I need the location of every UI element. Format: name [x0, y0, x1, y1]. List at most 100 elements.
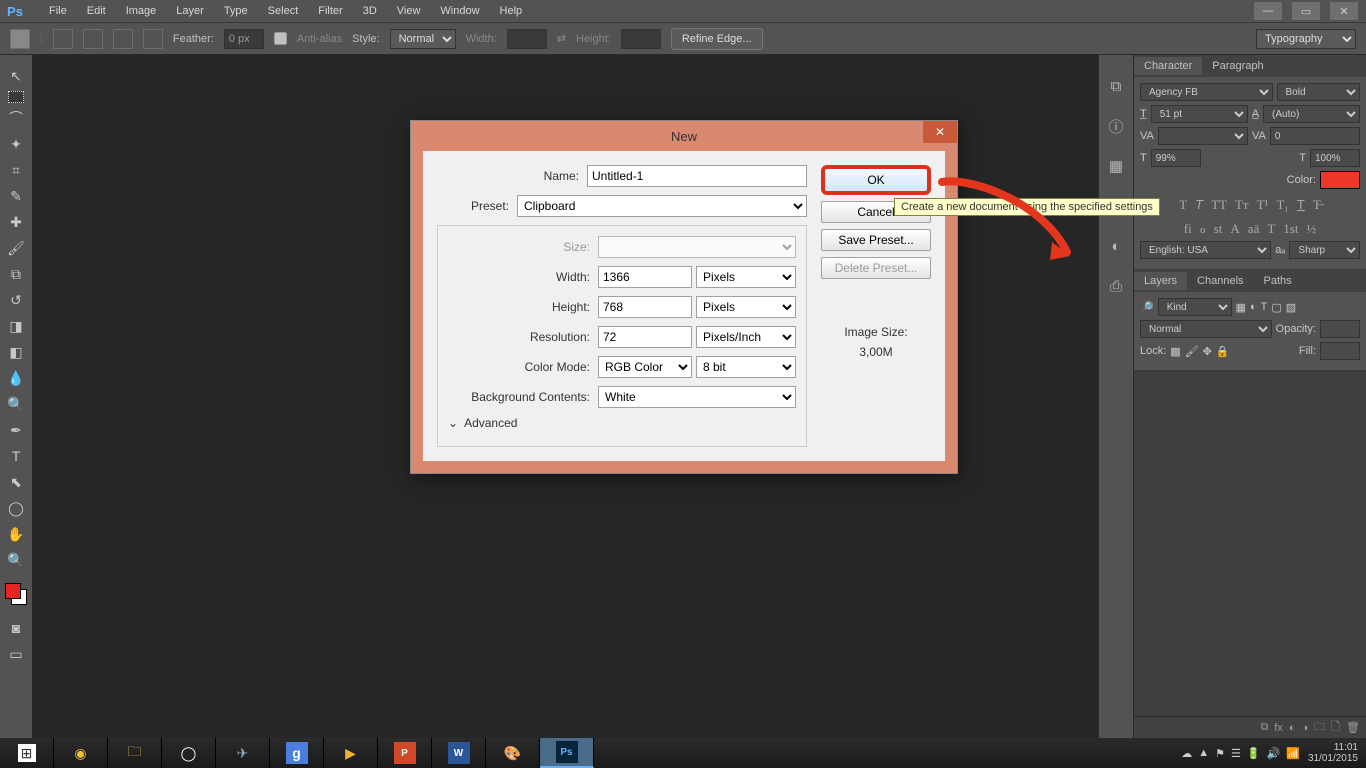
swatches-panel-icon[interactable]: ▦: [1105, 155, 1127, 177]
color-swatches[interactable]: [5, 583, 27, 605]
antialiasing-select[interactable]: Sharp: [1289, 241, 1360, 259]
taskbar-paint[interactable]: 🎨: [486, 738, 540, 768]
menu-image[interactable]: Image: [117, 2, 166, 20]
name-input[interactable]: [587, 165, 807, 187]
menu-help[interactable]: Help: [491, 2, 532, 20]
superscript-icon[interactable]: T¹: [1257, 197, 1269, 213]
marquee-tool-preset-icon[interactable]: [10, 29, 30, 49]
blur-tool-icon[interactable]: 💧: [4, 367, 28, 389]
hand-tool-icon[interactable]: ✋: [4, 523, 28, 545]
info-panel-icon[interactable]: ⓘ: [1105, 115, 1127, 137]
close-button[interactable]: ✕: [1330, 2, 1358, 20]
new-fill-layer-icon[interactable]: ◑: [1302, 722, 1309, 734]
healing-brush-tool-icon[interactable]: ✚: [4, 211, 28, 233]
dialog-close-button[interactable]: ✕: [923, 121, 957, 143]
kerning-select[interactable]: [1158, 127, 1248, 145]
taskbar-app-2[interactable]: ✈: [216, 738, 270, 768]
layer-mask-icon[interactable]: ◐: [1289, 722, 1296, 734]
subtract-selection-icon[interactable]: [113, 29, 133, 49]
taskbar-powerpoint[interactable]: P: [378, 738, 432, 768]
taskbar-google[interactable]: g: [270, 738, 324, 768]
dodge-tool-icon[interactable]: 🔍: [4, 393, 28, 415]
link-layers-icon[interactable]: ⧉: [1260, 721, 1268, 734]
opacity-input[interactable]: [1320, 320, 1360, 338]
tray-wifi-icon[interactable]: 📶: [1286, 747, 1300, 760]
tracking-input[interactable]: [1270, 127, 1360, 145]
tray-icons[interactable]: ☁ ▲ ⚑ ☰ 🔋 🔊 📶: [1181, 747, 1300, 760]
taskbar-clock[interactable]: 11:01 31/01/2015: [1308, 742, 1358, 764]
crop-tool-icon[interactable]: ⌗: [4, 159, 28, 181]
ok-button[interactable]: OK: [821, 165, 931, 195]
tray-network-icon[interactable]: ▲: [1198, 747, 1209, 760]
smallcaps-icon[interactable]: Tᴛ: [1235, 197, 1249, 213]
text-color-swatch[interactable]: [1320, 171, 1360, 189]
refine-edge-button[interactable]: Refine Edge...: [671, 28, 763, 50]
new-layer-icon[interactable]: 🗋: [1331, 718, 1340, 737]
colordepth-select[interactable]: 8 bit: [696, 356, 796, 378]
adjustments-panel-icon[interactable]: ◐: [1105, 235, 1127, 257]
path-select-tool-icon[interactable]: ⬉: [4, 471, 28, 493]
shape-tool-icon[interactable]: ◯: [4, 497, 28, 519]
move-tool-icon[interactable]: ↖: [4, 65, 28, 87]
bg-contents-select[interactable]: White: [598, 386, 796, 408]
zoom-tool-icon[interactable]: 🔍: [4, 549, 28, 571]
delete-layer-icon[interactable]: 🗑: [1346, 721, 1360, 734]
filter-type-icon[interactable]: T: [1261, 301, 1268, 313]
feather-input[interactable]: [224, 29, 264, 49]
maximize-button[interactable]: ▭: [1292, 2, 1320, 20]
eraser-tool-icon[interactable]: ◨: [4, 315, 28, 337]
eyedropper-tool-icon[interactable]: ✎: [4, 185, 28, 207]
filter-shape-icon[interactable]: ▢: [1271, 301, 1281, 314]
history-panel-icon[interactable]: ⧉: [1105, 75, 1127, 97]
menu-3d[interactable]: 3D: [354, 2, 386, 20]
new-selection-icon[interactable]: [53, 29, 73, 49]
layers-list[interactable]: [1134, 371, 1366, 716]
quick-select-tool-icon[interactable]: ✦: [4, 133, 28, 155]
tray-volume-icon[interactable]: 🔊: [1267, 747, 1281, 760]
quick-mask-icon[interactable]: ◙: [4, 617, 28, 639]
type-tool-icon[interactable]: T: [4, 445, 28, 467]
font-family-select[interactable]: Agency FB: [1140, 83, 1273, 101]
add-selection-icon[interactable]: [83, 29, 103, 49]
dlg-width-unit[interactable]: Pixels: [696, 266, 796, 288]
tab-paths[interactable]: Paths: [1254, 272, 1302, 290]
font-size-select[interactable]: 51 pt: [1151, 105, 1248, 123]
tray-security-icon[interactable]: ⚑: [1215, 747, 1225, 760]
intersect-selection-icon[interactable]: [143, 29, 163, 49]
tab-layers[interactable]: Layers: [1134, 272, 1187, 290]
tray-onedrive-icon[interactable]: ☁: [1181, 747, 1192, 760]
antialias-checkbox[interactable]: [274, 32, 287, 45]
blend-mode-select[interactable]: Normal: [1140, 320, 1272, 338]
menu-file[interactable]: File: [40, 2, 76, 20]
leading-select[interactable]: (Auto): [1263, 105, 1360, 123]
screen-mode-icon[interactable]: ▭: [4, 643, 28, 665]
allcaps-icon[interactable]: TT: [1211, 197, 1227, 213]
style-select[interactable]: Normal: [390, 29, 456, 49]
taskbar-word[interactable]: W: [432, 738, 486, 768]
hscale-input[interactable]: [1310, 149, 1360, 167]
strike-icon[interactable]: T̶: [1313, 197, 1321, 213]
menu-layer[interactable]: Layer: [167, 2, 213, 20]
save-preset-button[interactable]: Save Preset...: [821, 229, 931, 251]
dlg-height-input[interactable]: [598, 296, 692, 318]
resolution-unit[interactable]: Pixels/Inch: [696, 326, 796, 348]
filter-kind-select[interactable]: Kind: [1158, 298, 1232, 316]
gradient-tool-icon[interactable]: ◧: [4, 341, 28, 363]
marquee-tool-icon[interactable]: [8, 91, 24, 103]
taskbar-chrome[interactable]: ◯: [162, 738, 216, 768]
lock-position-icon[interactable]: ✥: [1203, 345, 1212, 358]
fill-input[interactable]: [1320, 342, 1360, 360]
bold-icon[interactable]: T: [1179, 197, 1187, 213]
vscale-input[interactable]: [1151, 149, 1201, 167]
dlg-width-input[interactable]: [598, 266, 692, 288]
properties-panel-icon[interactable]: ⎙: [1105, 275, 1127, 297]
clone-stamp-tool-icon[interactable]: ⧉: [4, 263, 28, 285]
pen-tool-icon[interactable]: ✒: [4, 419, 28, 441]
tray-action-center-icon[interactable]: ☰: [1231, 747, 1241, 760]
tab-channels[interactable]: Channels: [1187, 272, 1253, 290]
font-style-select[interactable]: Bold: [1277, 83, 1361, 101]
colormode-select[interactable]: RGB Color: [598, 356, 692, 378]
layer-fx-icon[interactable]: fx: [1274, 722, 1283, 734]
lock-transparent-icon[interactable]: ▩: [1170, 345, 1180, 358]
taskbar-photoshop[interactable]: Ps: [540, 738, 594, 768]
